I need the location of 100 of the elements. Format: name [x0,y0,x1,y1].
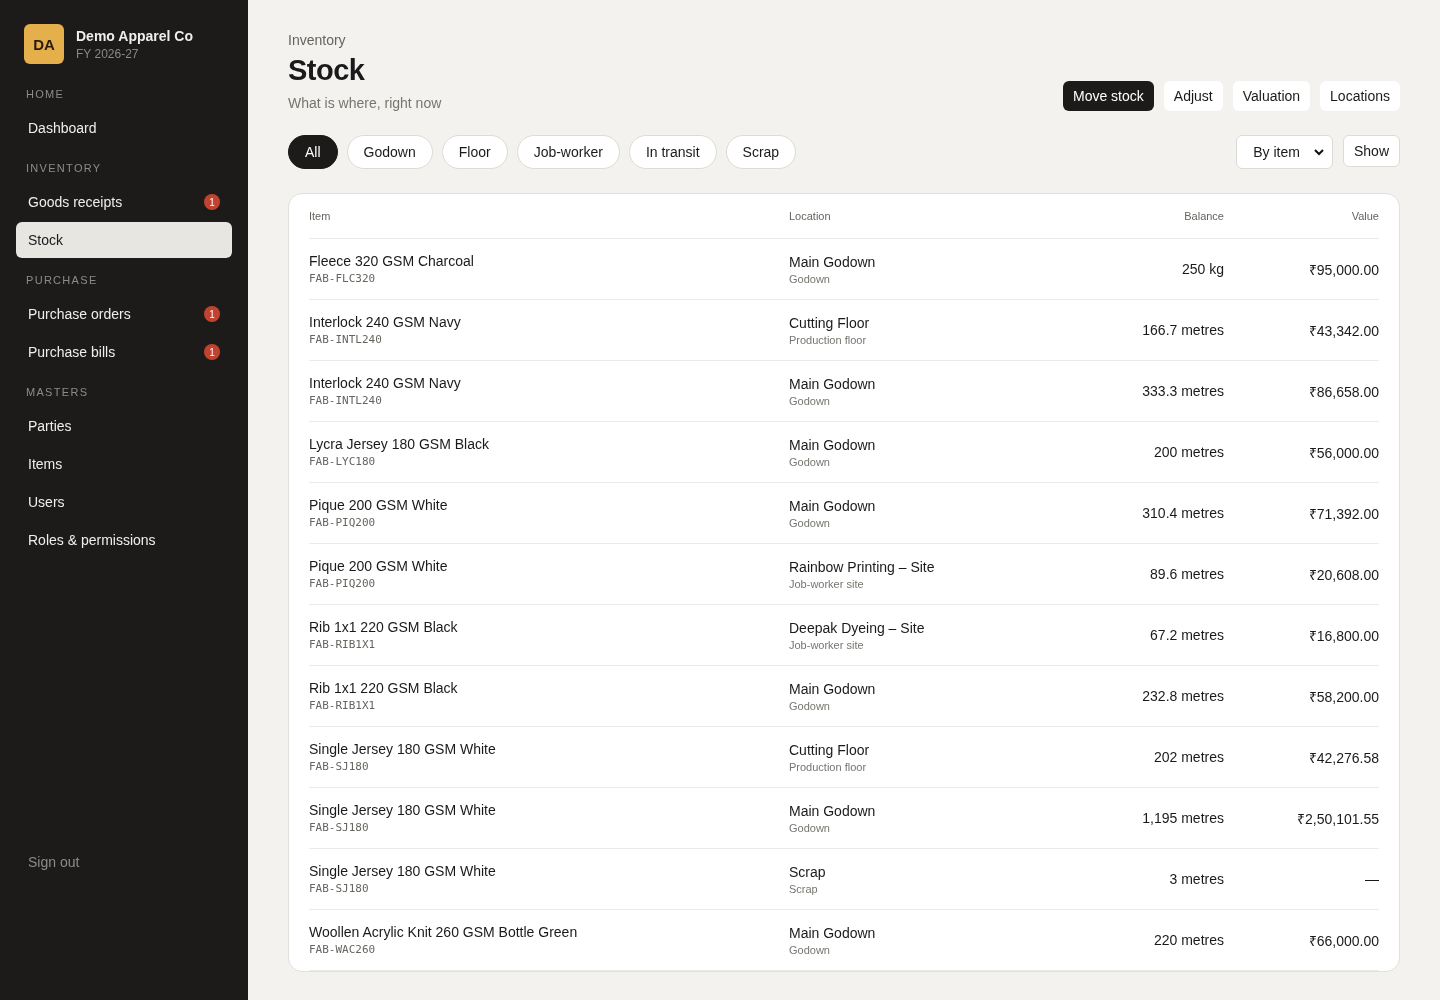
location-type: Scrap [789,882,819,895]
sidebar-item[interactable]: Purchase bills 1 [16,334,232,370]
item-code: FAB-SJ180 [309,882,370,895]
location-type: Job-worker site [789,577,865,590]
item-name: Single Jersey 180 GSM White [309,863,497,879]
item-name: Interlock 240 GSM Navy [309,375,462,391]
balance-cell: 310.4 metres [1142,505,1224,521]
location-name: Main Godown [789,680,877,697]
sidebar-item[interactable]: Dashboard [16,110,232,146]
location-name: Main Godown [789,253,877,270]
value-cell: ₹95,000.00 [1308,261,1379,278]
value-cell: ₹58,200.00 [1308,688,1379,705]
value-cell: — [1365,871,1379,887]
item-name: Pique 200 GSM White [309,497,449,513]
balance-cell: 67.2 metres [1150,627,1224,643]
location-name: Cutting Floor [789,741,871,758]
balance-cell: 202 metres [1153,749,1224,765]
count-badge: 1 [204,344,220,360]
value-cell: ₹71,392.00 [1308,505,1379,522]
location-type: Godown [789,699,831,712]
column-header: Location [789,210,832,222]
action-button[interactable]: Valuation [1232,81,1311,111]
count-badge: 1 [204,306,220,322]
balance-cell: 220 metres [1153,932,1224,948]
sidebar-item[interactable]: Purchase orders 1 [16,296,232,332]
location-name: Main Godown [789,436,877,453]
item-name: Lycra Jersey 180 GSM Black [309,436,490,452]
breadcrumb: Inventory [288,32,347,48]
filter-chip[interactable]: Godown [346,135,433,169]
sidebar-item[interactable]: Goods receipts 1 [16,184,232,220]
sign-out-link[interactable]: Sign out [16,854,232,870]
balance-cell: 250 kg [1181,261,1224,277]
section-heading: HOME [25,88,66,100]
balance-cell: 200 metres [1153,444,1224,460]
location-type: Godown [789,394,831,407]
location-name: Main Godown [789,375,877,392]
balance-cell: 333.3 metres [1142,383,1224,399]
sidebar-item[interactable]: Stock [16,222,232,258]
filter-chip[interactable]: In transit [628,135,717,169]
action-button[interactable]: Adjust [1163,81,1223,111]
section-heading: PURCHASE [25,274,99,286]
filter-chip[interactable]: Scrap [725,135,797,169]
item-code: FAB-WAC260 [309,943,377,956]
fiscal-year: FY 2026-27 [76,46,140,61]
filter-chip[interactable]: Job-worker [516,135,620,169]
item-code: FAB-RIB1X1 [309,638,377,651]
item-code: FAB-INTL240 [309,333,383,346]
column-header: Balance [1183,210,1224,222]
balance-cell: 232.8 metres [1142,688,1224,704]
filter-chip[interactable]: Floor [441,135,508,169]
item-name: Rib 1x1 220 GSM Black [309,680,459,696]
location-name: Rainbow Printing – Site [789,558,936,575]
show-button[interactable]: Show [1342,135,1400,167]
item-name: Fleece 320 GSM Charcoal [309,253,475,269]
item-code: FAB-INTL240 [309,394,383,407]
filter-chip[interactable]: All [288,135,338,169]
item-name: Rib 1x1 220 GSM Black [309,619,459,635]
item-name: Single Jersey 180 GSM White [309,741,497,757]
group-by-dropdown[interactable]: By item [1236,135,1333,169]
location-name: Main Godown [789,802,877,819]
item-code: FAB-RIB1X1 [309,699,377,712]
action-button[interactable]: Move stock [1063,81,1154,111]
action-button[interactable]: Locations [1320,81,1400,111]
location-type: Godown [789,516,831,529]
count-badge: 1 [204,194,220,210]
location-type: Godown [789,455,831,468]
item-name: Single Jersey 180 GSM White [309,802,497,818]
sidebar-item[interactable]: Parties [16,408,232,444]
location-name: Cutting Floor [789,314,871,331]
value-cell: ₹2,50,101.55 [1297,810,1379,827]
value-cell: ₹43,342.00 [1308,322,1379,339]
location-type: Job-worker site [789,638,865,651]
sidebar-item[interactable]: Items [16,446,232,482]
page-title: Stock [288,54,366,87]
page-subtitle: What is where, right now [288,95,442,111]
value-cell: ₹20,608.00 [1308,566,1379,583]
value-cell: ₹56,000.00 [1308,444,1379,461]
value-cell: ₹66,000.00 [1308,932,1379,949]
balance-cell: 1,195 metres [1142,810,1224,826]
value-cell: ₹86,658.00 [1308,383,1379,400]
column-header: Item [309,210,332,222]
sidebar-item[interactable]: Roles & permissions [16,522,232,558]
item-name: Woollen Acrylic Knit 260 GSM Bottle Green [309,924,579,940]
item-name: Interlock 240 GSM Navy [309,314,462,330]
location-name: Deepak Dyeing – Site [789,619,926,636]
item-code: FAB-PIQ200 [309,577,377,590]
value-cell: ₹42,276.58 [1308,749,1379,766]
location-type: Godown [789,272,831,285]
sidebar-item[interactable]: Users [16,484,232,520]
location-name: Scrap [789,863,827,880]
balance-cell: 89.6 metres [1150,566,1224,582]
location-type: Godown [789,943,831,956]
location-type: Production floor [789,760,868,773]
company-avatar: DA [24,24,64,64]
item-name: Pique 200 GSM White [309,558,449,574]
item-code: FAB-SJ180 [309,760,370,773]
item-code: FAB-FLC320 [309,272,377,285]
column-header: Value [1350,210,1379,222]
item-code: FAB-LYC180 [309,455,377,468]
chevron-icon [1313,148,1324,156]
